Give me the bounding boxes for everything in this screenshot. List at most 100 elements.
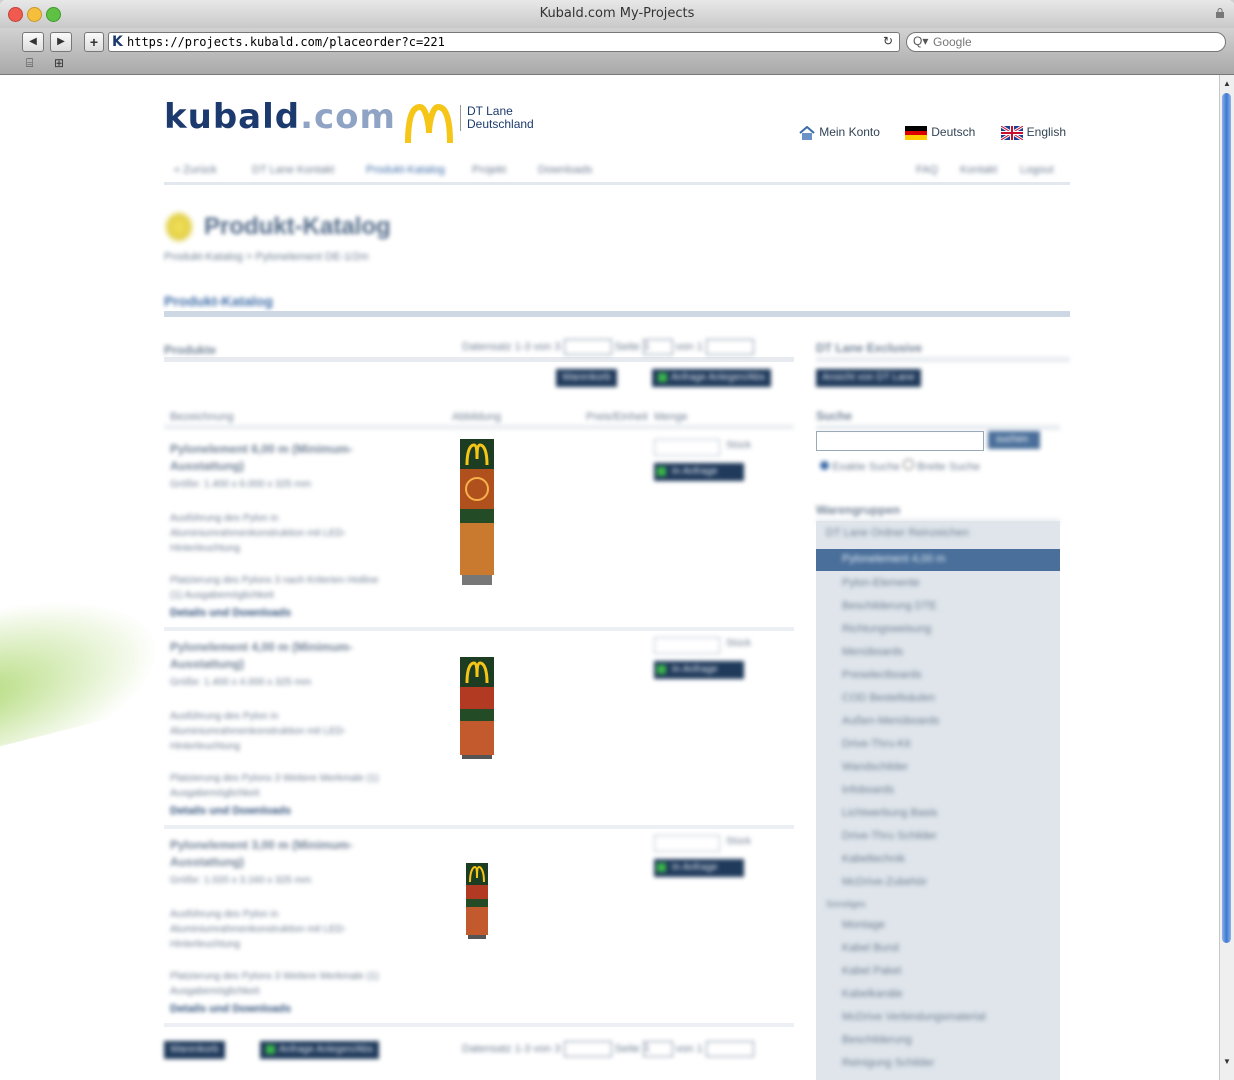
category-item[interactable]: Wandschilder xyxy=(842,761,908,773)
german-language-link[interactable]: Deutsch xyxy=(905,125,975,140)
pylon-image xyxy=(460,439,494,585)
search-options: Exakte Suche Breite Suche xyxy=(820,459,980,473)
bottom-pager: Datensatz 1-3 von 3 Seite 1 von 1 xyxy=(462,1041,754,1057)
page-value: 1 xyxy=(643,340,650,352)
product-description: Ausführung des Pylon in Aluminiumrahmenk… xyxy=(170,711,347,752)
top-sites-grid-icon[interactable]: ⊞ xyxy=(54,56,64,70)
page-number-select[interactable]: 1 xyxy=(642,339,673,355)
scroll-up-arrow-icon[interactable]: ▲ xyxy=(1223,79,1231,88)
category-item[interactable]: Beschilderung DTE xyxy=(842,600,937,612)
account-language-nav: Mein Konto Deutsch English xyxy=(777,125,1066,140)
german-flag-icon xyxy=(905,125,928,140)
main-navigation: « Zurück DT Lane Kontakt Produkt-Katalog… xyxy=(164,162,1070,185)
category-item[interactable]: Lichtwerbung Basis xyxy=(842,807,937,819)
uk-flag-icon xyxy=(1000,125,1023,140)
category-item[interactable]: Menüboards xyxy=(842,646,903,658)
quantity-input[interactable] xyxy=(654,637,720,654)
add-label: In Anfrage xyxy=(672,664,718,675)
reload-icon[interactable]: ↻ xyxy=(883,34,893,48)
category-item[interactable]: Pylon-Elemente xyxy=(842,577,920,589)
scroll-down-arrow-icon[interactable]: ▼ xyxy=(1223,1057,1231,1066)
cart-button-bottom[interactable]: Warenkorb xyxy=(164,1041,225,1059)
category-item[interactable]: Außen-Menüboards xyxy=(842,715,939,727)
bookmarks-bar: ⌸ ⊞ xyxy=(0,52,1234,74)
exact-search-radio[interactable] xyxy=(820,461,829,470)
product-placement: Platzierung des Pylons 3 Weitere Merkmal… xyxy=(170,971,379,997)
add-to-request-button[interactable]: In Anfrage xyxy=(654,463,744,481)
column-preis: Preis/Einheit xyxy=(586,411,648,423)
category-active[interactable]: Pylonelement 4,00 m xyxy=(816,549,1060,571)
product-size: Größe: 1.400 x 4.000 x 325 mm xyxy=(170,677,312,688)
page-number-select[interactable]: 1 xyxy=(642,1041,673,1057)
catalog-search-button[interactable]: suchen xyxy=(988,431,1040,449)
quantity-input[interactable] xyxy=(654,835,720,852)
english-language-link[interactable]: English xyxy=(1000,125,1066,140)
nav-item-faq[interactable]: FAQ xyxy=(916,164,938,176)
sort-select[interactable] xyxy=(705,1041,754,1057)
catalog-search-input[interactable] xyxy=(816,431,984,451)
broad-search-radio[interactable] xyxy=(903,459,914,470)
column-menge: Menge xyxy=(654,411,688,423)
nav-item-downloads[interactable]: Downloads xyxy=(538,164,592,176)
details-link[interactable]: Details und Downloads xyxy=(170,1003,291,1015)
forward-button[interactable]: ▶ xyxy=(50,32,72,52)
lightbulb-icon xyxy=(166,213,192,241)
page-of: von 1 xyxy=(675,1042,703,1055)
products-label: Produkte xyxy=(164,343,217,357)
nav-item-catalog[interactable]: Produkt-Katalog xyxy=(366,164,445,176)
add-label: In Anfrage xyxy=(672,862,718,873)
category-item[interactable]: Reinigung Schilder xyxy=(842,1057,934,1069)
category-item[interactable]: Preselectboards xyxy=(842,669,922,681)
product-description: Ausführung des Pylon in Aluminiumrahmenk… xyxy=(170,513,347,554)
new-tab-button[interactable]: + xyxy=(84,32,104,52)
category-group-1[interactable]: DT Lane Ordner Reinzeichen xyxy=(826,527,969,539)
scrollbar-thumb[interactable] xyxy=(1222,93,1231,943)
top-pager: Datensatz 1-3 von 3 Seite 1 von 1 xyxy=(462,339,754,355)
category-item[interactable]: Kabeltechnik xyxy=(842,853,905,865)
bookmarks-icon[interactable]: ⌸ xyxy=(26,56,33,71)
category-group-2[interactable]: Sonstiges xyxy=(826,899,866,909)
category-item[interactable]: Kabel Bund xyxy=(842,942,899,954)
web-search-field[interactable]: Q▾ Google xyxy=(906,32,1226,52)
back-button[interactable]: ◀ xyxy=(22,32,44,52)
dt-lane-view-button[interactable]: Ansicht von DT Lane xyxy=(816,369,921,387)
per-page-select[interactable] xyxy=(563,339,612,355)
nav-item-project[interactable]: Projekt xyxy=(472,164,506,176)
category-item[interactable]: Kabel Paket xyxy=(842,965,901,977)
category-item[interactable]: Richtungsweisung xyxy=(842,623,931,635)
category-item[interactable]: Beschilderung xyxy=(842,1034,912,1046)
per-page-select[interactable] xyxy=(563,1041,612,1057)
vertical-scrollbar[interactable]: ▲ ▼ xyxy=(1219,75,1234,1080)
category-item[interactable]: Montage xyxy=(842,919,885,931)
site-favicon-icon: K xyxy=(112,34,123,50)
details-link[interactable]: Details und Downloads xyxy=(170,805,291,817)
category-item[interactable]: Infoboards xyxy=(842,784,894,796)
nav-item-contact[interactable]: DT Lane Kontakt xyxy=(252,164,334,176)
my-account-link[interactable]: Mein Konto xyxy=(799,125,880,140)
plus-icon xyxy=(657,665,666,674)
category-item[interactable]: Drive-Thru Schilder xyxy=(842,830,937,842)
pager-text: Datensatz 1-3 von 3 xyxy=(462,1042,561,1055)
address-bar[interactable]: K https://projects.kubald.com/placeorder… xyxy=(108,32,900,52)
create-request-button[interactable]: Anfrage Anlegen/Abs xyxy=(652,369,771,387)
kubald-logo[interactable]: kubald.com xyxy=(164,97,396,137)
category-item[interactable]: COD Bestellsäulen xyxy=(842,692,935,704)
category-item[interactable]: Kabelkanäle xyxy=(842,988,903,1000)
page-container: kubald.com DT Lane Deutschland Mein Kont… xyxy=(164,75,1070,1080)
add-to-request-button[interactable]: In Anfrage xyxy=(654,859,744,877)
category-item[interactable]: McDrive Verbindungsmaterial xyxy=(842,1011,986,1023)
nav-item-back[interactable]: « Zurück xyxy=(174,164,217,176)
cart-button[interactable]: Warenkorb xyxy=(556,369,617,387)
plus-icon xyxy=(657,467,666,476)
add-to-request-button[interactable]: In Anfrage xyxy=(654,661,744,679)
sort-select[interactable] xyxy=(705,339,754,355)
quantity-input[interactable] xyxy=(654,439,720,456)
create-request-button-bottom[interactable]: Anfrage Anlegen/Abs xyxy=(260,1041,379,1059)
details-link[interactable]: Details und Downloads xyxy=(170,607,291,619)
nav-item-logout[interactable]: Logout xyxy=(1020,164,1054,176)
category-item[interactable]: Drive-Thru-Kit xyxy=(842,738,910,750)
table-header: Bezeichnung Abbildung Preis/Einheit Meng… xyxy=(164,411,794,429)
breadcrumb: Produkt-Katalog > Pylonelement DE-1/2m xyxy=(164,251,369,263)
category-item[interactable]: McDrive-Zubehör xyxy=(842,876,927,888)
nav-item-kontakt[interactable]: Kontakt xyxy=(960,164,997,176)
